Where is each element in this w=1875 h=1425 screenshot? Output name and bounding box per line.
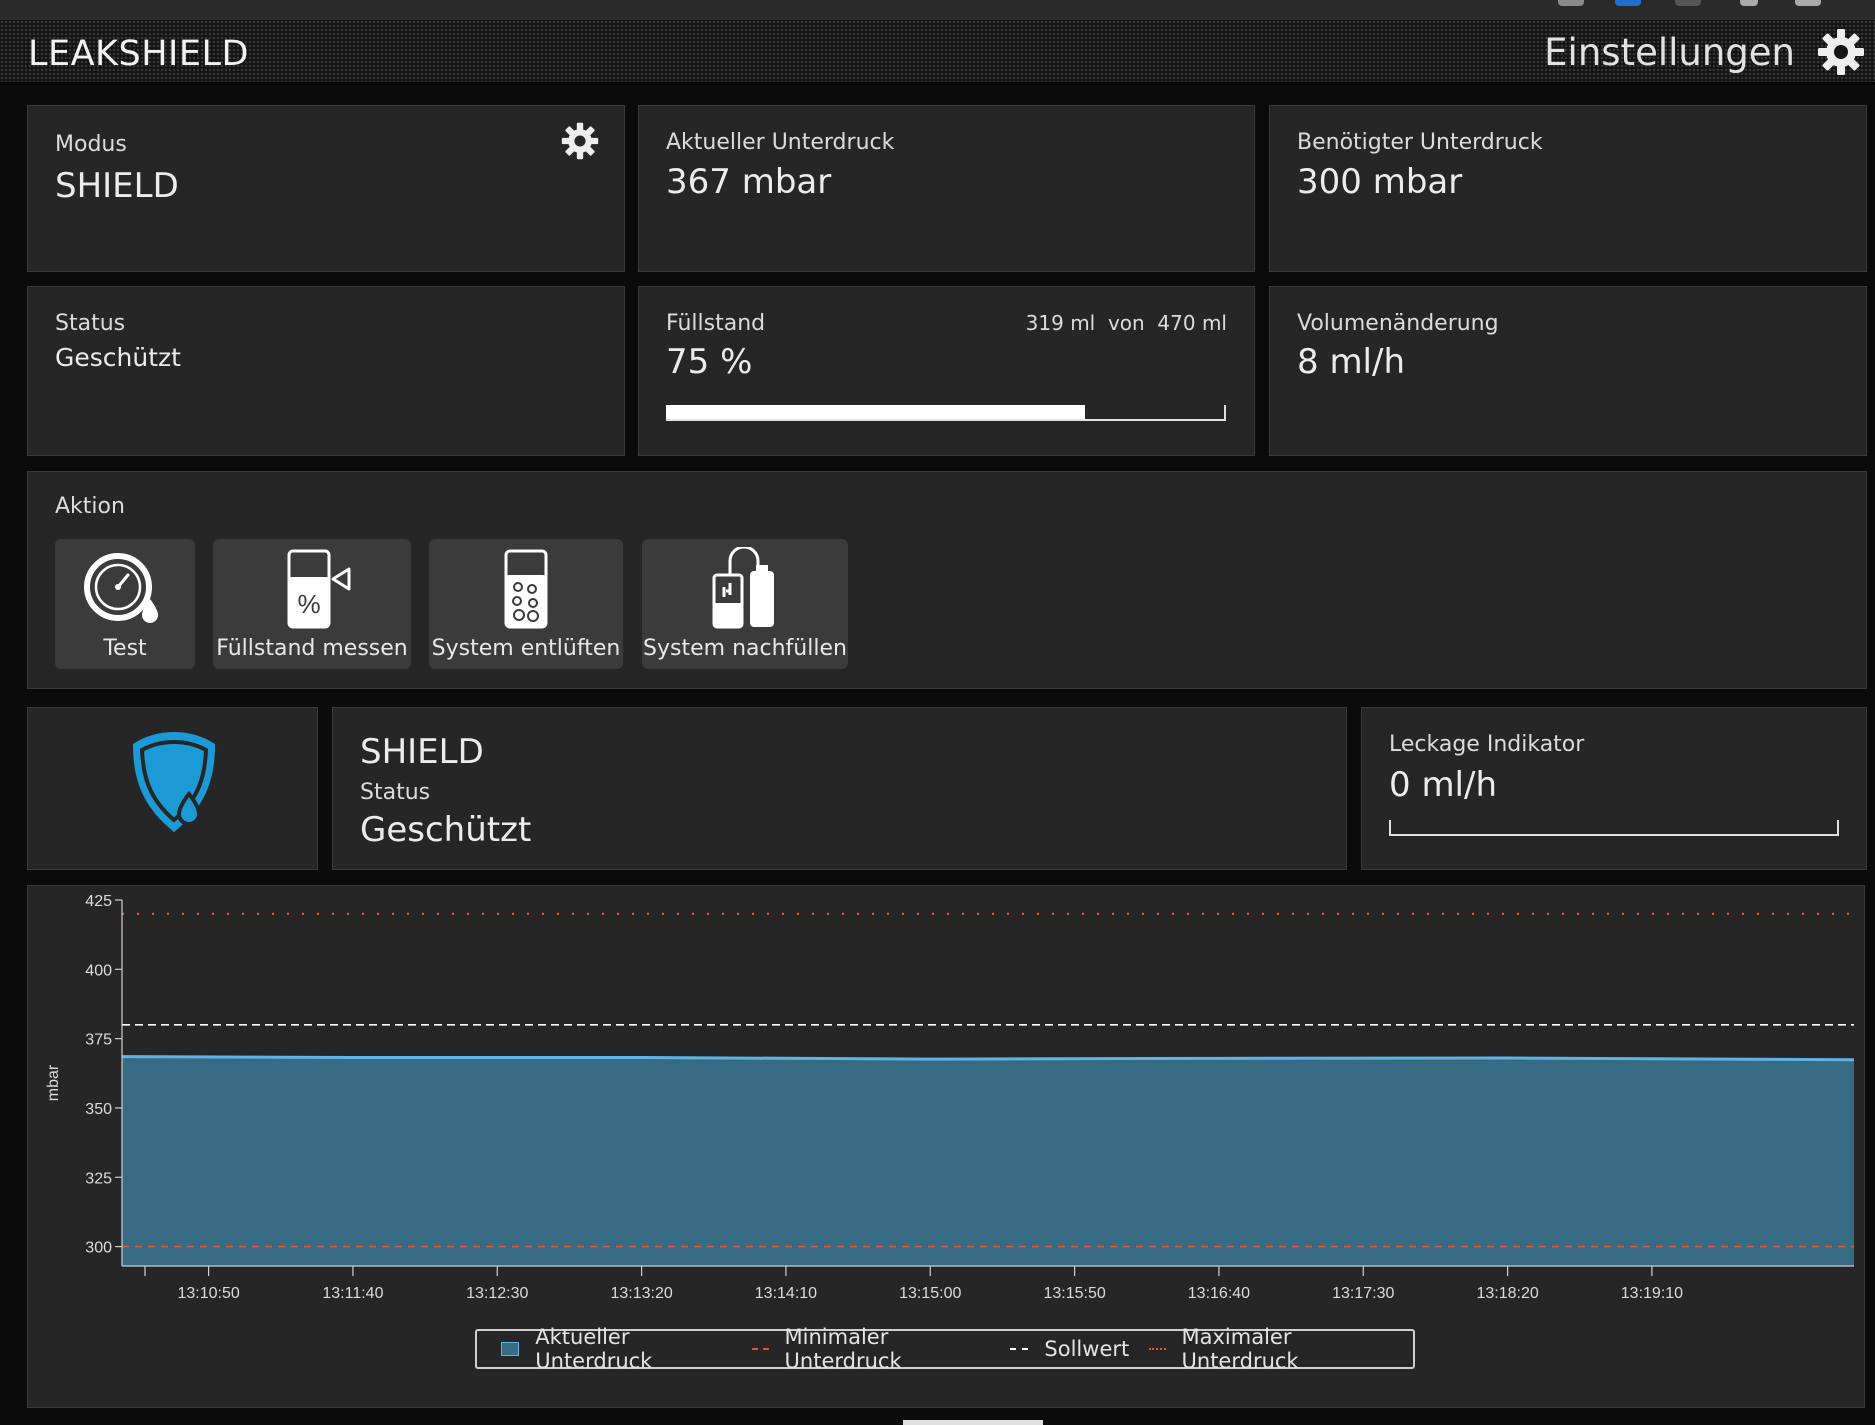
tray-icon-4[interactable]: [1740, 0, 1758, 6]
modus-label: Modus: [55, 132, 127, 157]
benoetigter-unterdruck-card: Benötigter Unterdruck 300 mbar: [1269, 105, 1867, 272]
legend-swatch-min: [752, 1348, 769, 1350]
x-tick-label-13:19:10: 13:19:10: [1621, 1285, 1683, 1302]
tray-icon-5[interactable]: [1795, 0, 1821, 6]
legend-item-aktueller[interactable]: Aktueller Unterdruck: [501, 1325, 732, 1373]
tray-icon-3[interactable]: [1675, 0, 1701, 6]
os-top-strip: [0, 0, 1875, 20]
y-tick-label-350: 350: [85, 1101, 112, 1118]
system-entlueften-label: System entlüften: [431, 636, 621, 661]
modus-card: Modus SHIELD: [27, 105, 625, 272]
x-tick-label-13:15:50: 13:15:50: [1043, 1285, 1105, 1302]
y-tick-label-425: 425: [85, 893, 112, 910]
aktueller-unterdruck-card: Aktueller Unterdruck 367 mbar: [638, 105, 1255, 272]
y-tick-label-325: 325: [85, 1170, 112, 1187]
x-tick-label-13:13:20: 13:13:20: [610, 1285, 672, 1302]
system-entlueften-button[interactable]: System entlüften: [429, 539, 623, 669]
shield-status-value: Geschützt: [360, 810, 532, 850]
leckage-label: Leckage Indikator: [1389, 732, 1585, 757]
fill-level-icon: %: [287, 549, 351, 629]
shield-status-card: SHIELD Status Geschützt: [332, 707, 1347, 870]
fuellstand-value: 75 %: [666, 342, 753, 382]
aktueller-unterdruck-label: Aktueller Unterdruck: [666, 130, 895, 155]
shield-mode: SHIELD: [360, 732, 484, 772]
volumenaenderung-label: Volumenänderung: [1297, 311, 1499, 336]
x-tick-label-13:11:40: 13:11:40: [322, 1285, 383, 1302]
y-tick-label-375: 375: [85, 1032, 112, 1049]
pressure-chart: 300 325 350 375 400 425 13:10:50 13:11:40 13:12:…: [45, 893, 1855, 1302]
volumenaenderung-card: Volumenänderung 8 ml/h: [1269, 286, 1867, 456]
settings-label: Einstellungen: [1544, 30, 1795, 74]
tray-icon-1[interactable]: [1558, 0, 1584, 6]
tray-icon-2[interactable]: [1615, 0, 1641, 6]
fuellstand-detail: 319 ml von 470 ml: [1025, 311, 1227, 335]
modus-gear-icon[interactable]: [561, 122, 599, 160]
title-bar: LEAKSHIELD Einstellungen: [0, 20, 1875, 85]
volumenaenderung-value: 8 ml/h: [1297, 342, 1406, 382]
scrollbar-thumb[interactable]: [903, 1420, 1043, 1425]
leckage-value: 0 ml/h: [1389, 765, 1498, 805]
legend-label-maximal: Maximaler Unterdruck: [1181, 1325, 1299, 1373]
gauge-drop-icon: [84, 553, 158, 623]
x-tick-label-13:18:20: 13:18:20: [1476, 1285, 1538, 1302]
legend-item-maximal[interactable]: Maximaler Unterdruck: [1149, 1325, 1393, 1373]
legend-label-minimal: Minimaler Unterdruck: [784, 1325, 902, 1373]
status-card: Status Geschützt: [27, 286, 625, 456]
x-tick-label-13:14:10: 13:14:10: [755, 1285, 817, 1302]
fuellstand-progress-bar: [666, 405, 1085, 419]
x-tick-label-13:12:30: 13:12:30: [466, 1285, 528, 1302]
pressure-chart-card: 300 325 350 375 400 425 13:10:50 13:11:40 13:12:…: [27, 885, 1865, 1408]
system-nachfuellen-label: System nachfüllen: [643, 636, 847, 661]
svg-text:%: %: [297, 589, 320, 619]
legend-label-sollwert: Sollwert: [1044, 1337, 1130, 1361]
modus-value: SHIELD: [55, 166, 179, 206]
x-tick-label-13:16:40: 13:16:40: [1188, 1285, 1250, 1302]
shield-icon-card: [27, 707, 318, 870]
status-label: Status: [55, 311, 126, 336]
fuellstand-progress-track: [666, 405, 1226, 421]
chart-legend: Aktueller Unterdruck Minimaler Unterdruc…: [475, 1325, 1415, 1373]
y-tick-label-300: 300: [85, 1240, 112, 1257]
legend-swatch-sollwert: [1010, 1348, 1029, 1350]
legend-swatch-area: [501, 1342, 520, 1356]
aktion-label: Aktion: [55, 494, 125, 519]
y-tick-label-400: 400: [85, 962, 112, 979]
gear-icon: [1818, 29, 1864, 75]
fuellstand-label: Füllstand: [666, 311, 766, 336]
area-series-fill: [122, 1056, 1854, 1266]
aktueller-unterdruck-value: 367 mbar: [666, 162, 832, 202]
x-tick-label-13:15:00: 13:15:00: [899, 1285, 961, 1302]
x-tick-label-13:10:50: 13:10:50: [177, 1285, 239, 1302]
x-tick-label-13:17:30: 13:17:30: [1332, 1285, 1394, 1302]
fuellstand-messen-label: Füllstand messen: [216, 636, 408, 661]
shield-status-label: Status: [360, 780, 431, 805]
fuellstand-card: Füllstand 319 ml von 470 ml 75 %: [638, 286, 1255, 456]
leckage-card: Leckage Indikator 0 ml/h: [1361, 707, 1867, 870]
status-value: Geschützt: [55, 343, 181, 372]
test-button-label: Test: [103, 636, 147, 661]
legend-item-sollwert[interactable]: Sollwert: [1010, 1337, 1129, 1361]
legend-item-minimal[interactable]: Minimaler Unterdruck: [752, 1325, 990, 1373]
legend-label-aktueller: Aktueller Unterdruck: [535, 1325, 653, 1373]
shield-drop-icon: [133, 732, 215, 832]
benoetigter-unterdruck-label: Benötigter Unterdruck: [1297, 130, 1543, 155]
fuellstand-messen-button[interactable]: % Füllstand messen: [213, 539, 411, 669]
system-nachfuellen-button[interactable]: System nachfüllen: [642, 539, 848, 669]
aktion-card: Aktion Test % Füllstand messen System en…: [27, 471, 1867, 689]
vent-system-icon: [504, 549, 548, 629]
benoetigter-unterdruck-value: 300 mbar: [1297, 162, 1463, 202]
legend-swatch-max: [1149, 1348, 1166, 1350]
app-title: LEAKSHIELD: [28, 34, 249, 74]
y-axis-label: mbar: [45, 1064, 62, 1101]
refill-system-icon: [712, 547, 774, 629]
leckage-progress-track: [1389, 820, 1839, 836]
test-button[interactable]: Test: [55, 539, 195, 669]
settings-button[interactable]: Einstellungen: [1544, 28, 1865, 76]
